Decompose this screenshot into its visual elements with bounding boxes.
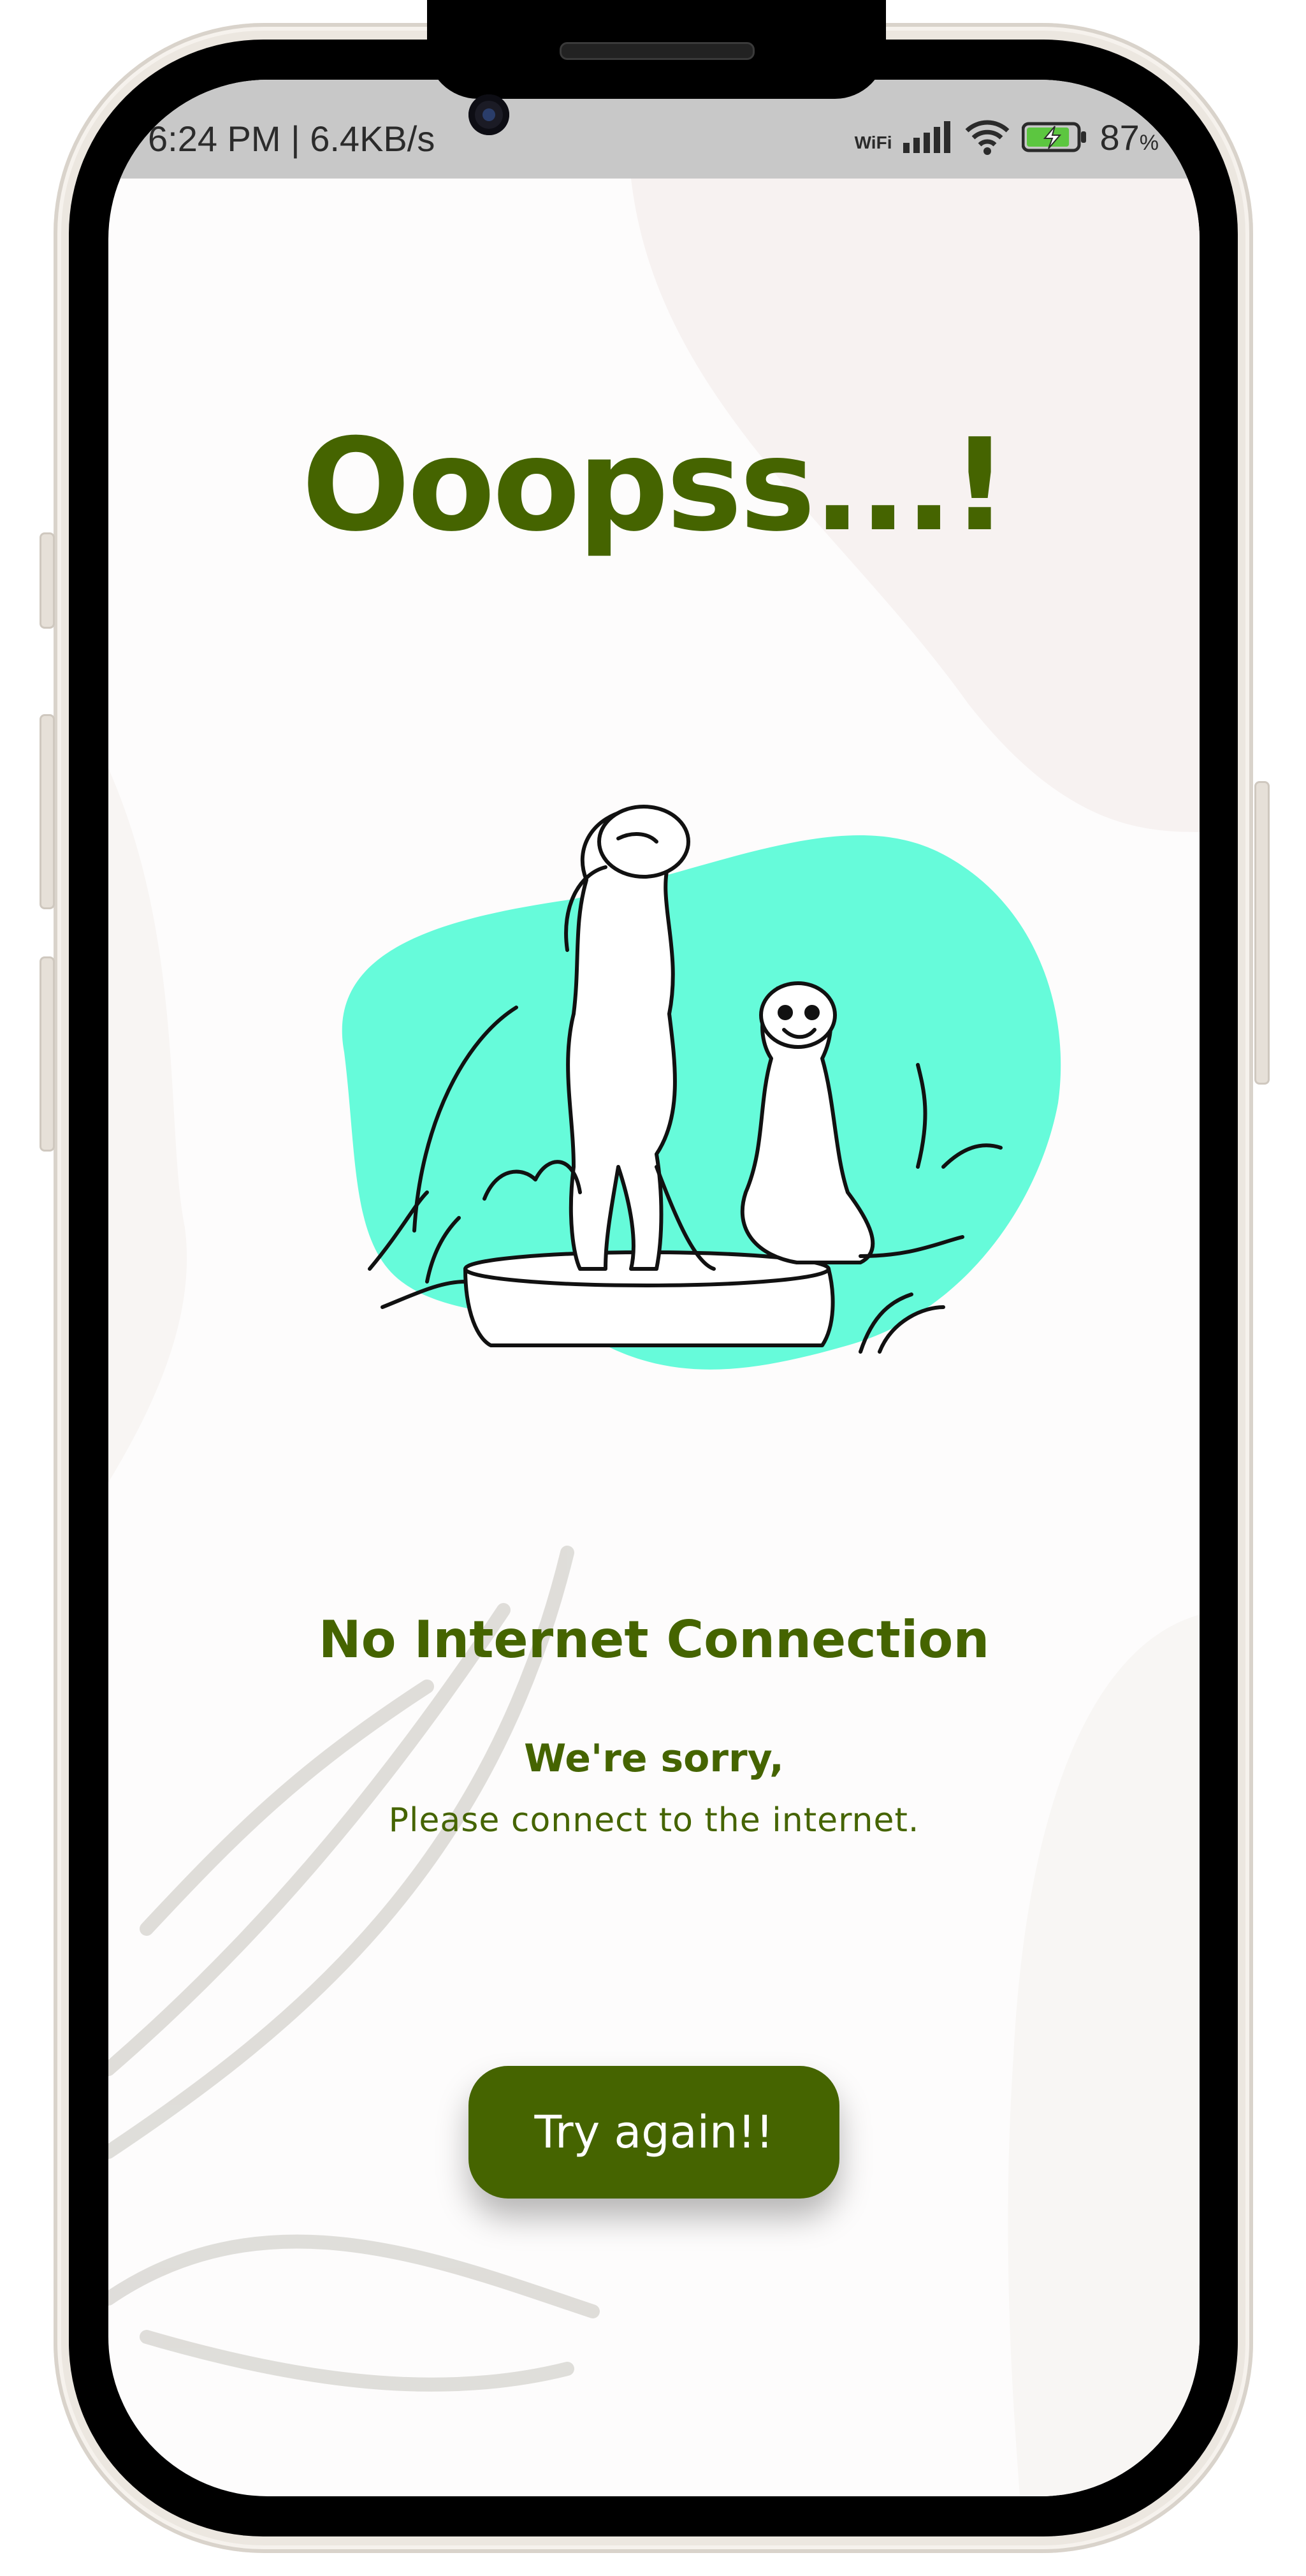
power-button [1254,781,1270,1085]
front-camera [468,94,509,135]
battery-percent-value: 87 [1099,117,1140,157]
apology-text: We're sorry, [524,1736,784,1781]
battery-percent: 87% [1099,117,1159,158]
battery-percent-unit: % [1139,130,1159,155]
network-type-label: WiFi [854,133,892,152]
status-time-speed: 6:24 PM | 6.4KB/s [148,119,435,159]
wifi-icon [966,120,1010,155]
page-title: Ooopss...! [301,411,1008,560]
volume-up-button [40,714,55,909]
connect-hint-text: Please connect to the internet. [388,1801,920,1840]
earpiece-speaker [560,42,755,60]
mute-switch [40,532,55,629]
screen: 6:24 PM | 6.4KB/s WiFi 87% Ooopss...! No… [108,80,1200,2496]
status-icons: WiFi 87% [855,117,1159,157]
volume-down-button [40,956,55,1152]
signal-icon [903,121,951,153]
no-connection-heading: No Internet Connection [318,1610,990,1669]
battery-charging-icon [1022,122,1087,152]
meerkat-illustration [342,805,1061,1370]
try-again-button[interactable]: Try again!! [468,2066,839,2199]
